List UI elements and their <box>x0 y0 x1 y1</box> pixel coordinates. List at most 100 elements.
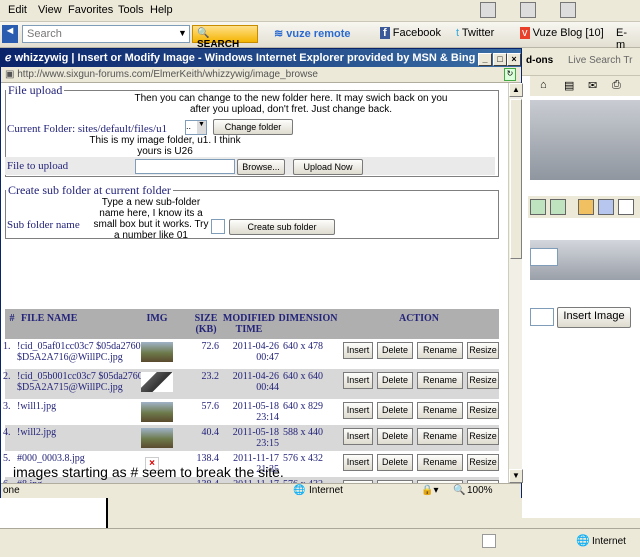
popup-scrollbar[interactable]: ▲ ▼ <box>508 83 523 483</box>
file-name[interactable]: !cid_05b001cc03c7 $05da2760 $D5A2A715@Wi… <box>17 371 145 393</box>
dimension: 588 x 440 <box>283 427 323 438</box>
menu-tools[interactable]: Tools <box>118 4 144 16</box>
parent-minimize-icon[interactable] <box>480 2 496 18</box>
facebook-link[interactable]: f Facebook <box>376 25 445 43</box>
popup-maximize-button[interactable]: □ <box>493 53 507 66</box>
insert-image-button[interactable]: Insert Image <box>557 307 631 328</box>
rename-button[interactable]: Rename <box>417 454 463 471</box>
emoticon-icon[interactable] <box>578 199 594 215</box>
address-path: /ElmerKeith/whizzywig/image_browse <box>150 69 318 80</box>
popup-minimize-button[interactable]: _ <box>478 53 492 66</box>
delete-button[interactable]: Delete <box>377 372 413 389</box>
search-dropdown-icon[interactable]: ▼ <box>178 28 187 38</box>
email-link[interactable]: E-m <box>612 25 640 51</box>
delete-button[interactable]: Delete <box>377 454 413 471</box>
rule-icon[interactable] <box>618 199 634 215</box>
redo-icon[interactable] <box>550 199 566 215</box>
parent-maximize-icon[interactable] <box>520 2 536 18</box>
feeds-icon[interactable]: ▤ <box>564 79 574 92</box>
menu-favorites[interactable]: Favorites <box>68 4 113 16</box>
change-folder-button[interactable]: Change folder <box>213 119 293 135</box>
file-name[interactable]: !cid_05af01cc03c7 $05da2760 $D5A2A716@Wi… <box>17 341 145 363</box>
parent-command-bar: ⌂ ▤ ✉ ⎙ <box>530 76 640 96</box>
scroll-thumb[interactable] <box>510 99 522 259</box>
home-icon[interactable]: ⌂ <box>540 79 547 91</box>
insert-button[interactable]: Insert <box>343 372 373 389</box>
internet-zone-label: Internet <box>309 485 343 496</box>
dimension: 640 x 640 <box>283 371 323 382</box>
file-name[interactable]: !will1.jpg <box>17 401 145 412</box>
revolver-thumbnail[interactable] <box>141 372 173 392</box>
upload-now-button[interactable]: Upload Now <box>293 159 363 175</box>
insert-button[interactable]: Insert <box>343 454 373 471</box>
popup-titlebar[interactable]: ℯ whizzywig | Insert or Modify Image - W… <box>1 49 521 67</box>
subfolder-name-input[interactable] <box>211 219 225 234</box>
image-thumbnail[interactable] <box>141 428 173 448</box>
popup-close-button[interactable]: × <box>507 53 521 66</box>
undo-icon[interactable] <box>530 199 546 215</box>
print-icon[interactable]: ⎙ <box>612 79 621 92</box>
rename-button[interactable]: Rename <box>417 342 463 359</box>
resize-button[interactable]: Resize <box>467 402 499 419</box>
file-size: 138.4 <box>196 453 220 464</box>
menu-view[interactable]: View <box>38 4 62 16</box>
mail-icon[interactable]: ✉ <box>588 79 597 92</box>
file-name[interactable]: !will2.jpg <box>17 427 145 438</box>
secure-page-icon: ↻ <box>504 68 516 81</box>
twitter-icon: t <box>456 27 460 39</box>
resize-button[interactable]: Resize <box>467 454 499 471</box>
toolbar-search-input[interactable]: Search <box>22 25 190 43</box>
image-browser-window: ℯ whizzywig | Insert or Modify Image - W… <box>0 48 523 498</box>
popup-address-bar[interactable]: ▣ http://www.sixgun-forums.com/ElmerKeit… <box>1 67 521 83</box>
delete-button[interactable]: Delete <box>377 428 413 445</box>
image-icon[interactable] <box>598 199 614 215</box>
parent-toolbar: ◄ Search ▼ 🔍 SEARCH ≋ vuze remote f Face… <box>0 22 640 51</box>
resize-button[interactable]: Resize <box>467 372 499 389</box>
live-search-link[interactable]: Live Search Tr <box>568 55 632 66</box>
file-size: 40.4 <box>201 427 220 438</box>
modified-time: 2011-05-18 23:15 <box>232 427 279 449</box>
modified-time: 2011-04-26 00:44 <box>232 371 279 393</box>
resize-button[interactable]: Resize <box>467 428 499 445</box>
addons-link[interactable]: d-ons <box>526 55 553 66</box>
twitter-link[interactable]: t Twitter <box>452 25 498 43</box>
vuze-remote-link[interactable]: ≋ vuze remote <box>270 25 354 43</box>
menu-edit[interactable]: Edit <box>8 4 27 16</box>
browse-button[interactable]: Browse... <box>237 159 285 175</box>
create-subfolder-button[interactable]: Create sub folder <box>229 219 335 235</box>
image-thumbnail[interactable] <box>141 342 173 362</box>
insert-button[interactable]: Insert <box>343 428 373 445</box>
file-name[interactable]: #000_0003.8.jpg <box>17 453 145 464</box>
delete-button[interactable]: Delete <box>377 342 413 359</box>
parent-alt-field[interactable] <box>530 308 554 326</box>
resize-button[interactable]: Resize <box>467 342 499 359</box>
vuze-blog-link[interactable]: v Vuze Blog [10] <box>516 25 608 43</box>
col-dimension: DIMENSION <box>278 313 338 324</box>
rename-button[interactable]: Rename <box>417 402 463 419</box>
toolbar-search-button[interactable]: 🔍 SEARCH <box>192 25 258 50</box>
note-subfolder: Type a new sub-folder name here, I know … <box>93 197 209 241</box>
dimension: 576 x 432 <box>283 453 323 464</box>
parent-zone-label: Internet <box>592 536 626 547</box>
insert-button[interactable]: Insert <box>343 342 373 359</box>
parent-globe-icon: 🌐 <box>576 535 590 547</box>
insert-button[interactable]: Insert <box>343 402 373 419</box>
zoom-icon[interactable]: 🔍 <box>453 485 465 496</box>
rename-button[interactable]: Rename <box>417 372 463 389</box>
protected-mode-icon[interactable]: 🔒▾ <box>421 485 438 496</box>
folder-select[interactable]: .. ▼ <box>185 120 207 135</box>
row-number: 3. <box>3 401 11 412</box>
scroll-up-icon[interactable]: ▲ <box>509 83 523 97</box>
parent-url-field[interactable] <box>530 248 558 266</box>
file-size: 57.6 <box>201 401 220 412</box>
back-arrow-icon[interactable]: ◄ <box>2 25 18 43</box>
parent-status-bar: 🌐 Internet <box>0 528 640 557</box>
image-thumbnail[interactable] <box>141 402 173 422</box>
delete-button[interactable]: Delete <box>377 402 413 419</box>
file-path-input[interactable] <box>135 159 235 174</box>
zoom-level[interactable]: 100% <box>467 485 493 496</box>
parent-close-icon[interactable] <box>560 2 576 18</box>
menu-help[interactable]: Help <box>150 4 173 16</box>
scroll-down-icon[interactable]: ▼ <box>509 469 523 483</box>
rename-button[interactable]: Rename <box>417 428 463 445</box>
